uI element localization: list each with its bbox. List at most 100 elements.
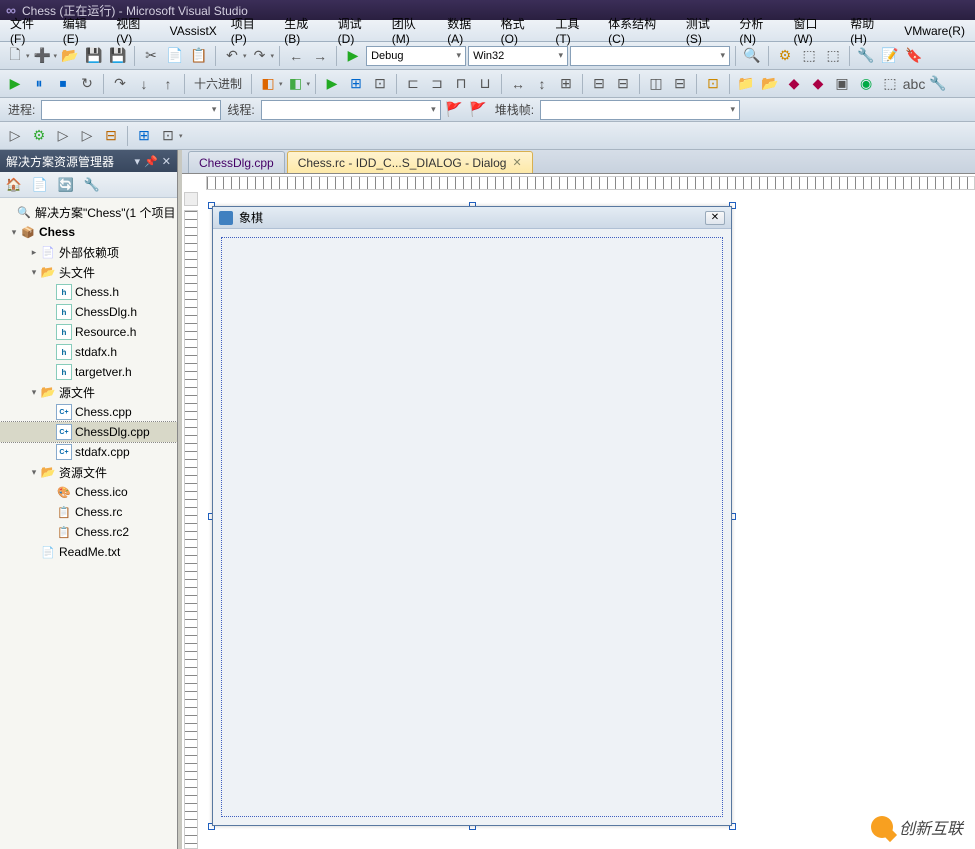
file-stdafx-cpp[interactable]: stdafx.cpp bbox=[0, 442, 177, 462]
de-btn1-icon[interactable]: ▷ bbox=[4, 125, 26, 147]
solution-node[interactable]: 解决方案"Chess"(1 个项目 bbox=[0, 202, 177, 222]
menu-vmware[interactable]: VMware(R) bbox=[898, 22, 971, 40]
tab-chess-rc-dialog[interactable]: Chess.rc - IDD_C...S_DIALOG - Dialog ✕ bbox=[287, 151, 533, 173]
home-icon[interactable]: 🏠 bbox=[4, 175, 24, 195]
stop-icon[interactable]: ⏹ bbox=[52, 73, 74, 95]
platform-combo[interactable]: Win32 bbox=[468, 46, 568, 66]
center-h-icon[interactable]: ◫ bbox=[645, 73, 667, 95]
copy-icon[interactable]: 📄 bbox=[164, 45, 186, 67]
dialog-client-area[interactable] bbox=[221, 237, 723, 817]
de-btn5-icon[interactable]: ⊟ bbox=[100, 125, 122, 147]
mark1-icon[interactable]: ◆ bbox=[783, 73, 805, 95]
continue-icon[interactable]: ▶ bbox=[4, 73, 26, 95]
dropdown-icon[interactable]: ▾ bbox=[135, 155, 141, 168]
menu-build[interactable]: 生成(B) bbox=[278, 13, 329, 48]
al-bot-icon[interactable]: ⊔ bbox=[474, 73, 496, 95]
new-project-icon[interactable]: 🗋 bbox=[4, 45, 26, 67]
config-combo[interactable]: Debug bbox=[366, 46, 466, 66]
menu-arch[interactable]: 体系结构(C) bbox=[602, 13, 678, 48]
nav-back-icon[interactable]: ← bbox=[285, 45, 307, 67]
file-chess-ico[interactable]: Chess.ico bbox=[0, 482, 177, 502]
de-btn7-icon[interactable]: ⊡ bbox=[157, 125, 179, 147]
mark3-icon[interactable]: ▣ bbox=[831, 73, 853, 95]
tab-chessdlg-cpp[interactable]: ChessDlg.cpp bbox=[188, 151, 285, 173]
file-stdafx-h[interactable]: stdafx.h bbox=[0, 342, 177, 362]
align-icon[interactable]: ▶ bbox=[321, 73, 343, 95]
flag2-icon[interactable]: 🚩 bbox=[467, 99, 489, 121]
redo-icon[interactable]: ↷ bbox=[249, 45, 271, 67]
properties-icon[interactable]: 🔧 bbox=[82, 175, 102, 195]
project-node[interactable]: Chess bbox=[0, 222, 177, 242]
de-btn2-icon[interactable]: ⚙ bbox=[28, 125, 50, 147]
file-chess-rc2[interactable]: Chess.rc2 bbox=[0, 522, 177, 542]
size-v-icon[interactable]: ↕ bbox=[531, 73, 553, 95]
menu-project[interactable]: 项目(P) bbox=[225, 13, 276, 48]
bound-icon[interactable]: ⊡ bbox=[702, 73, 724, 95]
misc1-icon[interactable]: 🔧 bbox=[855, 45, 877, 67]
folder2-icon[interactable]: 📂 bbox=[759, 73, 781, 95]
save-all-icon[interactable]: 💾 bbox=[107, 45, 129, 67]
step-out-icon[interactable]: ↑ bbox=[157, 73, 179, 95]
menu-test[interactable]: 测试(S) bbox=[680, 13, 731, 48]
file-chess-rc[interactable]: Chess.rc bbox=[0, 502, 177, 522]
menu-format[interactable]: 格式(O) bbox=[495, 13, 548, 48]
tab-close-icon[interactable]: ✕ bbox=[512, 156, 521, 169]
thread-combo[interactable] bbox=[261, 100, 441, 120]
refresh-icon[interactable]: 🔄 bbox=[56, 175, 76, 195]
add-item-icon[interactable]: ➕ bbox=[32, 45, 54, 67]
menu-view[interactable]: 视图(V) bbox=[110, 13, 161, 48]
al-left-icon[interactable]: ⊏ bbox=[402, 73, 424, 95]
dialog-close-button[interactable]: ✕ bbox=[705, 211, 725, 225]
pin-icon[interactable]: 📌 bbox=[144, 155, 158, 168]
menu-team[interactable]: 团队(M) bbox=[386, 13, 439, 48]
save-icon[interactable]: 💾 bbox=[83, 45, 105, 67]
de-btn3-icon[interactable]: ▷ bbox=[52, 125, 74, 147]
sources-folder[interactable]: 源文件 bbox=[0, 382, 177, 402]
mark5-icon[interactable]: ⬚ bbox=[879, 73, 901, 95]
file-chessdlg-cpp[interactable]: ChessDlg.cpp bbox=[0, 422, 177, 442]
show-all-icon[interactable]: 📄 bbox=[30, 175, 50, 195]
nav-fwd-icon[interactable]: → bbox=[309, 45, 331, 67]
dialog-window[interactable]: 象棋 ✕ bbox=[212, 206, 732, 826]
cut-icon[interactable]: ✂ bbox=[140, 45, 162, 67]
process-combo[interactable] bbox=[41, 100, 221, 120]
tool-b-icon[interactable]: ◧ bbox=[285, 73, 307, 95]
file-readme-txt[interactable]: ReadMe.txt bbox=[0, 542, 177, 562]
misc2-icon[interactable]: 📝 bbox=[879, 45, 901, 67]
start-debug-icon[interactable]: ▶ bbox=[342, 45, 364, 67]
folder-icon[interactable]: 📁 bbox=[735, 73, 757, 95]
headers-folder[interactable]: 头文件 bbox=[0, 262, 177, 282]
ext2-icon[interactable]: ⬚ bbox=[822, 45, 844, 67]
settings-icon[interactable]: ⚙ bbox=[774, 45, 796, 67]
file-chess-h[interactable]: Chess.h bbox=[0, 282, 177, 302]
grid-icon[interactable]: ⊞ bbox=[345, 73, 367, 95]
undo-icon[interactable]: ↶ bbox=[221, 45, 243, 67]
de-btn6-icon[interactable]: ⊞ bbox=[133, 125, 155, 147]
stack-combo[interactable] bbox=[540, 100, 740, 120]
pause-icon[interactable]: ⏸ bbox=[28, 73, 50, 95]
restart-icon[interactable]: ↻ bbox=[76, 73, 98, 95]
al-top-icon[interactable]: ⊓ bbox=[450, 73, 472, 95]
menu-debug[interactable]: 调试(D) bbox=[332, 13, 384, 48]
menu-tools[interactable]: 工具(T) bbox=[549, 13, 600, 48]
external-deps-node[interactable]: 外部依赖项 bbox=[0, 242, 177, 262]
mark4-icon[interactable]: ◉ bbox=[855, 73, 877, 95]
abc-icon[interactable]: abc bbox=[903, 73, 925, 95]
resources-folder[interactable]: 资源文件 bbox=[0, 462, 177, 482]
flag1-icon[interactable]: 🚩 bbox=[443, 99, 465, 121]
file-chess-cpp[interactable]: Chess.cpp bbox=[0, 402, 177, 422]
mark2-icon[interactable]: ◆ bbox=[807, 73, 829, 95]
find-icon[interactable]: 🔍 bbox=[741, 45, 763, 67]
center-v-icon[interactable]: ⊟ bbox=[669, 73, 691, 95]
dialog-selection-frame[interactable]: 象棋 ✕ bbox=[212, 206, 732, 826]
file-chessdlg-h[interactable]: ChessDlg.h bbox=[0, 302, 177, 322]
step-over-icon[interactable]: ↷ bbox=[109, 73, 131, 95]
misc3-icon[interactable]: 🔖 bbox=[903, 45, 925, 67]
toggle-icon[interactable]: ⊡ bbox=[369, 73, 391, 95]
menu-data[interactable]: 数据(A) bbox=[441, 13, 492, 48]
open-file-icon[interactable]: 📂 bbox=[59, 45, 81, 67]
menu-window[interactable]: 窗口(W) bbox=[787, 13, 842, 48]
al-right-icon[interactable]: ⊐ bbox=[426, 73, 448, 95]
step-into-icon[interactable]: ↓ bbox=[133, 73, 155, 95]
menu-analyze[interactable]: 分析(N) bbox=[733, 13, 785, 48]
